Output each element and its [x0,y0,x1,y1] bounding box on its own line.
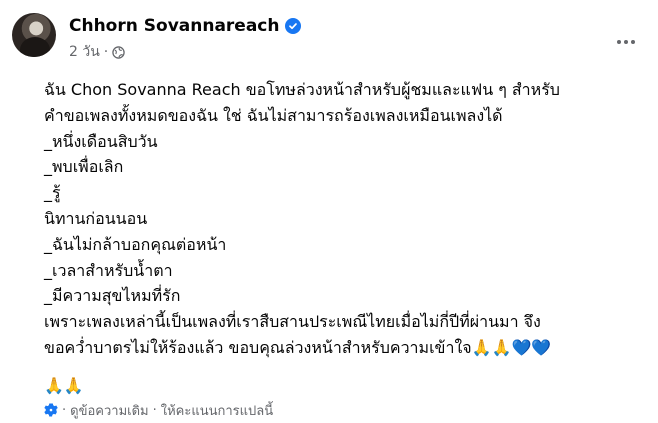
author-avatar[interactable] [12,13,56,57]
facebook-post: Chhorn Sovannareach 2 วัน · ฉัน Chon Sov… [0,0,658,423]
post-header: Chhorn Sovannareach 2 วัน · [0,0,658,74]
message-line: ฉัน Chon Sovanna Reach ขอโทษล่วงหน้าสำหร… [44,80,560,99]
globe-icon[interactable] [112,45,125,59]
message-line: _ฉันไม่กล้าบอกคุณต่อหน้า [44,234,227,254]
message-line: _รู้ [44,183,61,203]
translation-bar: · ดูข้อความเดิม · ให้คะแนนการแปลนี้ [44,399,273,421]
folded-hands-emoji: 🙏🙏 [44,376,84,395]
message-line: _มีความสุขไหมที่รัก [44,286,181,306]
author-name[interactable]: Chhorn Sovannareach [69,16,279,36]
more-options-icon[interactable] [608,24,644,60]
see-original-link[interactable]: ดูข้อความเดิม [70,400,148,421]
post-meta: 2 วัน · [69,43,125,61]
meta-separator: · [103,44,109,60]
verified-badge-icon [285,18,302,34]
message-line: _หนึ่งเดือนสิบวัน [44,131,158,151]
message-line: ขอคว่ำบาตรไม่ให้ร้องแล้ว ขอบคุณล่วงหน้าส… [44,337,552,357]
rate-translation-link[interactable]: ให้คะแนนการแปลนี้ [161,400,273,421]
message-line: คำขอเพลงทั้งหมดของฉัน ใช่ ฉันไม่สามารถร้… [44,105,503,125]
translate-separator: · [62,402,67,418]
message-line: _พบเพื่อเลิก [44,157,124,177]
post-message: ฉัน Chon Sovanna Reach ขอโทษล่วงหน้าสำหร… [44,77,654,361]
message-line: นิทานก่อนนอน [44,208,148,228]
gear-icon[interactable] [44,403,58,417]
message-line: เพราะเพลงเหล่านี้เป็นเพลงที่เราสืบสานประ… [44,312,541,332]
translate-separator: · [152,402,157,418]
message-line: _เวลาสำหรับน้ำตา [44,260,173,280]
author-row: Chhorn Sovannareach [69,15,302,37]
trailing-emoji-line: 🙏🙏 [44,376,84,398]
post-timestamp[interactable]: 2 วัน [69,41,100,63]
